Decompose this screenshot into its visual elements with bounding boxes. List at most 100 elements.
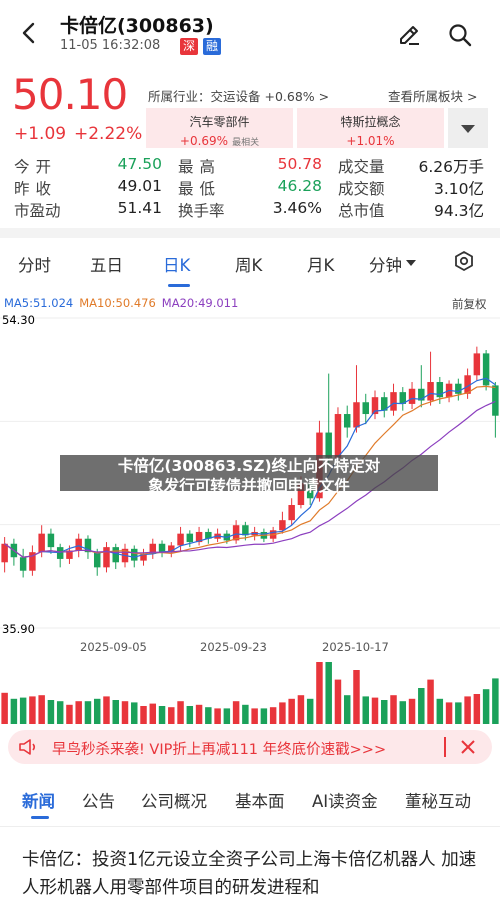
- y-axis-max: 54.30: [2, 313, 35, 327]
- industry-link[interactable]: 所属行业：交运设备 +0.68% >: [148, 86, 329, 105]
- candle-body: [334, 414, 342, 458]
- stats-row: 今开 47.50 最高 50.78 成交量 6.26万手: [14, 155, 494, 177]
- sector-name: 汽车零部件: [189, 115, 250, 129]
- overlay-line: 象发行可转债并撤回申请文件: [148, 477, 350, 495]
- stat-value: 47.50: [117, 155, 162, 173]
- volume-bar: [168, 707, 175, 724]
- stat-value: 94.3亿: [433, 202, 484, 220]
- exchange-badge: 深: [180, 38, 199, 55]
- tab-timeshare[interactable]: 分时: [18, 252, 51, 276]
- stat-label: 成交额: [338, 180, 385, 198]
- sector-card-tesla[interactable]: 特斯拉概念 +1.01%: [297, 108, 444, 148]
- volume-bar: [408, 698, 416, 724]
- volume-bar: [205, 707, 212, 724]
- volume-bar: [251, 708, 258, 724]
- tab-daily-k[interactable]: 日K: [163, 252, 190, 276]
- volume-bar: [260, 708, 268, 724]
- volume-bar: [223, 708, 231, 724]
- volume-bar: [10, 698, 18, 724]
- stat-value: 49.01: [117, 177, 162, 195]
- tab-company-profile[interactable]: 公司概况: [141, 788, 207, 812]
- volume-bar: [279, 702, 286, 724]
- candle-body: [103, 547, 110, 568]
- candle-body: [427, 382, 434, 401]
- stat-label: 今开: [14, 158, 58, 176]
- edit-icon[interactable]: [396, 22, 422, 48]
- volume-bar: [482, 689, 490, 724]
- volume-bar: [427, 679, 434, 724]
- y-axis-min: 35.90: [2, 622, 35, 636]
- quote-time: 11-05 16:32:08: [60, 38, 161, 53]
- volume-bar: [464, 696, 471, 724]
- stat-value: 3.10亿: [433, 180, 484, 198]
- candle-body: [93, 552, 101, 568]
- close-icon[interactable]: [460, 739, 476, 755]
- sector-dropdown-button[interactable]: [448, 108, 488, 148]
- volume-bar: [306, 698, 314, 724]
- current-price: 50.10: [12, 70, 128, 119]
- tab-fundamentals[interactable]: 基本面: [235, 788, 285, 812]
- volume-bar: [343, 695, 351, 724]
- volume-bar: [473, 694, 481, 724]
- search-icon[interactable]: [447, 22, 473, 48]
- news-divider: [0, 826, 500, 827]
- volume-bar: [140, 706, 147, 724]
- margin-badge: 融: [203, 38, 222, 55]
- tab-announcements[interactable]: 公告: [82, 788, 115, 812]
- x-axis-date: 2025-09-23: [200, 640, 267, 654]
- tab-five-day[interactable]: 五日: [90, 252, 123, 276]
- volume-bar: [47, 700, 55, 724]
- app-header: 卡倍亿(300863) 11-05 16:32:08 深 融: [0, 0, 500, 66]
- tab-minute[interactable]: 分钟: [369, 252, 402, 276]
- volume-bar: [232, 701, 240, 724]
- candle-body: [131, 548, 138, 561]
- volume-bar: [242, 704, 249, 724]
- chevron-down-icon: [461, 125, 475, 133]
- candle-body: [177, 533, 184, 546]
- sector-card-auto-parts[interactable]: 汽车零部件 +0.69% 最相关: [146, 108, 293, 148]
- volume-bar: [149, 703, 157, 724]
- candle-body: [47, 533, 55, 548]
- tab-news[interactable]: 新闻: [22, 788, 55, 812]
- volume-bar: [131, 702, 138, 724]
- candle-body: [362, 402, 369, 415]
- stat-value: 50.78: [277, 155, 322, 173]
- candle-body: [455, 383, 462, 394]
- volume-bar: [158, 706, 166, 724]
- volume-bar: [371, 697, 379, 724]
- sector-pct: +0.69%: [179, 134, 229, 148]
- stat-label: 成交量: [338, 158, 385, 176]
- news-headline[interactable]: 卡倍亿：投资1亿元设立全资子公司上海卡倍亿机器人 加速人形机器人用零部件项目的研…: [22, 846, 482, 902]
- volume-chart: [1, 662, 499, 724]
- volume-bar: [362, 696, 369, 724]
- stat-label: 总市值: [338, 202, 385, 220]
- volume-bar: [297, 695, 305, 724]
- candle-body: [343, 414, 351, 428]
- tab-weekly-k[interactable]: 周K: [235, 252, 262, 276]
- volume-bar: [390, 695, 397, 724]
- section-divider: [0, 228, 500, 238]
- volume-bar: [195, 704, 203, 724]
- stat-label: 换手率: [178, 202, 225, 220]
- volume-bar: [353, 670, 360, 724]
- tab-ai-funds[interactable]: AI读资金: [312, 788, 378, 812]
- volume-bar: [121, 701, 129, 724]
- ma-legend: MA5:51.024 MA10:50.476 MA20:49.011: [4, 296, 238, 310]
- volume-bar: [1, 692, 8, 724]
- volume-bar: [75, 701, 82, 724]
- settings-icon[interactable]: [453, 250, 475, 272]
- volume-bar: [29, 696, 36, 724]
- sector-pct: +1.01%: [346, 134, 395, 148]
- tab-monthly-k[interactable]: 月K: [307, 252, 334, 276]
- volume-bar: [492, 678, 499, 724]
- ma10-label: MA10:50.476: [79, 296, 156, 310]
- overlay-line: 卡倍亿(300863.SZ)终止向不特定对: [117, 457, 381, 475]
- promo-text[interactable]: 早鸟秒杀来袭! VIP折上再减111 年终底价速戳>>>: [52, 738, 386, 759]
- price-change: +1.09: [14, 124, 67, 144]
- caret-down-icon: [406, 260, 416, 266]
- tab-secretary-qa[interactable]: 董秘互动: [405, 788, 471, 812]
- back-arrow-icon[interactable]: [14, 18, 44, 48]
- view-sector-link[interactable]: 查看所属板块 >: [388, 86, 477, 105]
- promo-separator: [444, 737, 446, 757]
- volume-bar: [269, 707, 277, 724]
